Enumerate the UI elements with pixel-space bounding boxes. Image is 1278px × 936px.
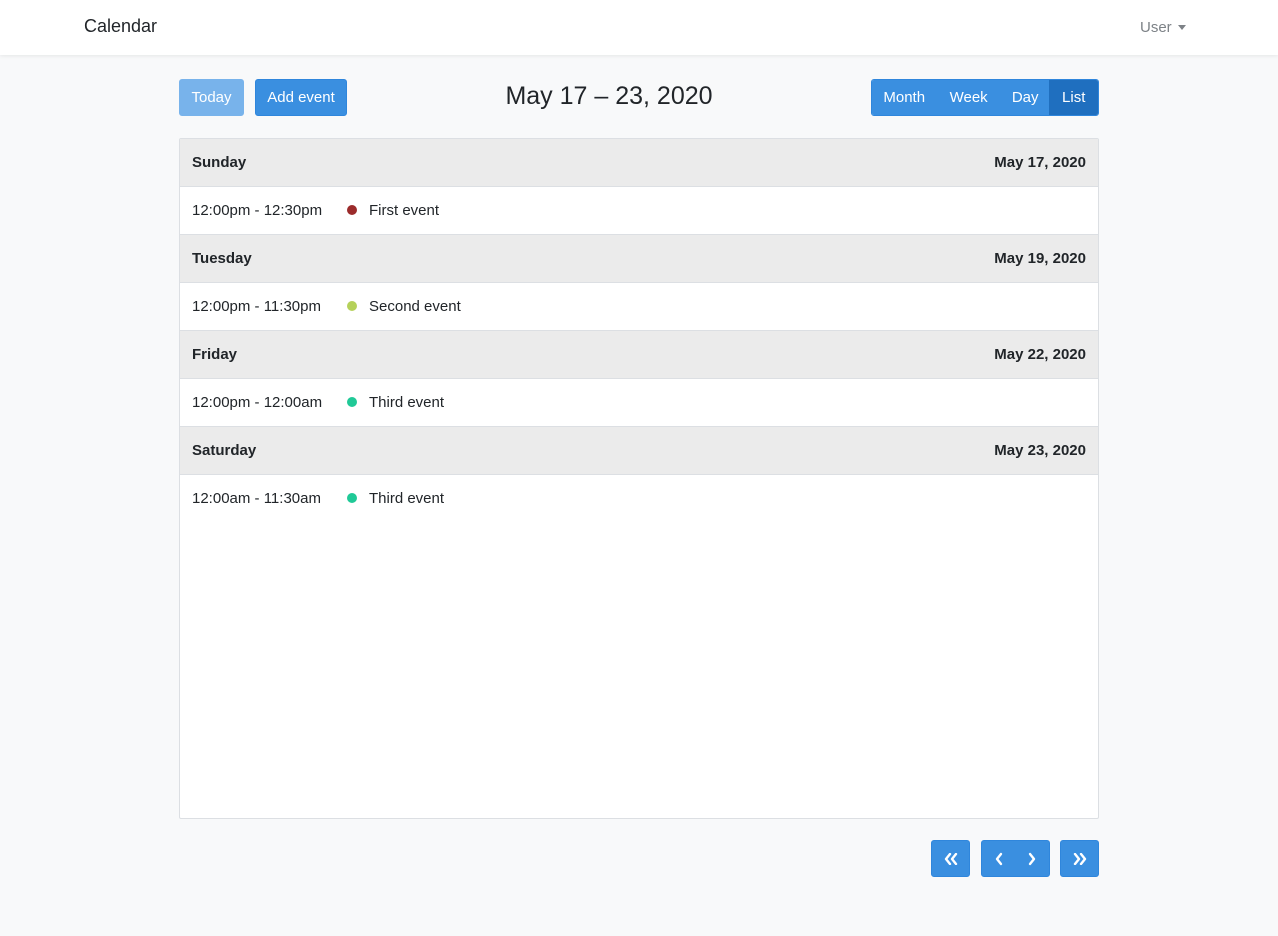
chevron-left-icon <box>995 852 1002 865</box>
next-page-button[interactable] <box>1016 841 1050 876</box>
event-time: 12:00am - 11:30am <box>192 490 321 507</box>
day-name: Tuesday <box>192 250 252 267</box>
event-list: Sunday May 17, 2020 12:00pm - 12:30pm Fi… <box>179 138 1099 819</box>
view-day-button[interactable]: Day <box>1000 80 1050 115</box>
event-color-dot <box>347 397 357 407</box>
day-header-sunday: Sunday May 17, 2020 <box>180 139 1098 187</box>
event-title[interactable]: Second event <box>369 298 461 315</box>
double-chevron-right-icon <box>1073 852 1086 865</box>
event-row[interactable]: 12:00am - 11:30am Third event <box>180 475 1098 523</box>
day-header-tuesday: Tuesday May 19, 2020 <box>180 235 1098 283</box>
user-menu-dropdown[interactable]: User <box>1140 19 1186 36</box>
view-switcher: Month Week Day List <box>871 79 1099 116</box>
day-date: May 23, 2020 <box>994 442 1086 459</box>
event-title[interactable]: Third event <box>369 394 444 411</box>
event-row[interactable]: 12:00pm - 12:00am Third event <box>180 379 1098 427</box>
event-color-dot <box>347 493 357 503</box>
event-row[interactable]: 12:00pm - 12:30pm First event <box>180 187 1098 235</box>
brand-title[interactable]: Calendar <box>84 16 157 37</box>
day-name: Saturday <box>192 442 257 459</box>
first-page-button[interactable] <box>931 840 970 877</box>
day-date: May 22, 2020 <box>994 346 1086 363</box>
last-page-button[interactable] <box>1060 840 1099 877</box>
prev-page-button[interactable] <box>982 841 1016 876</box>
add-event-button[interactable]: Add event <box>255 79 347 116</box>
today-button[interactable]: Today <box>179 79 244 116</box>
event-title[interactable]: First event <box>369 202 439 219</box>
chevron-right-icon <box>1029 852 1036 865</box>
day-header-friday: Friday May 22, 2020 <box>180 331 1098 379</box>
day-date: May 19, 2020 <box>994 250 1086 267</box>
view-list-button[interactable]: List <box>1049 80 1098 115</box>
top-navbar: Calendar User <box>0 0 1278 55</box>
day-name: Friday <box>192 346 238 363</box>
event-time: 12:00pm - 11:30pm <box>192 298 321 315</box>
view-week-button[interactable]: Week <box>936 80 1001 115</box>
day-date: May 17, 2020 <box>994 154 1086 171</box>
day-name: Sunday <box>192 154 247 171</box>
date-range-title: May 17 – 23, 2020 <box>505 82 713 110</box>
event-row[interactable]: 12:00pm - 11:30pm Second event <box>180 283 1098 331</box>
caret-down-icon <box>1177 25 1186 30</box>
event-color-dot <box>347 205 357 215</box>
view-month-button[interactable]: Month <box>872 80 937 115</box>
user-menu-label: User <box>1140 19 1172 36</box>
double-chevron-left-icon <box>944 852 957 865</box>
event-time: 12:00pm - 12:30pm <box>192 202 323 219</box>
prev-next-group <box>981 840 1050 877</box>
day-header-saturday: Saturday May 23, 2020 <box>180 427 1098 475</box>
event-title[interactable]: Third event <box>369 490 444 507</box>
event-color-dot <box>347 301 357 311</box>
event-time: 12:00pm - 12:00am <box>192 394 323 411</box>
